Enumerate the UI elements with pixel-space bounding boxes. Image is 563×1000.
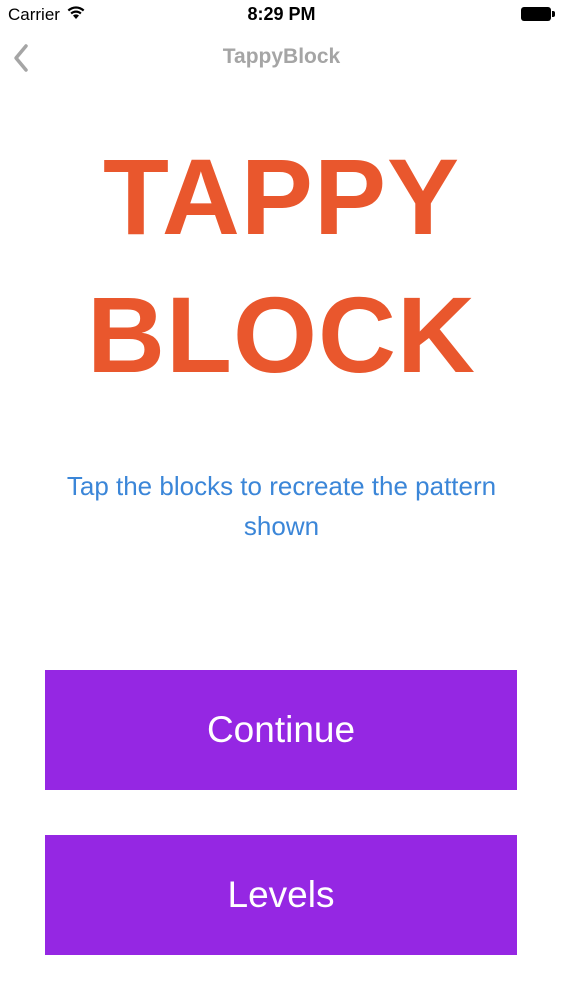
levels-button[interactable]: Levels bbox=[45, 835, 517, 955]
status-bar: Carrier 8:29 PM bbox=[0, 0, 563, 30]
logo-title-line-2: BLOCK bbox=[87, 274, 476, 395]
instructions-text: Tap the blocks to recreate the pattern s… bbox=[66, 471, 497, 541]
navigation-bar: TappyBlock bbox=[0, 30, 563, 86]
nav-title: TappyBlock bbox=[222, 45, 341, 68]
battery-icon bbox=[521, 7, 555, 21]
logo-title-line-1: TAPPY bbox=[102, 136, 461, 257]
status-time: 8:29 PM bbox=[247, 4, 316, 24]
continue-button[interactable]: Continue bbox=[45, 670, 517, 790]
